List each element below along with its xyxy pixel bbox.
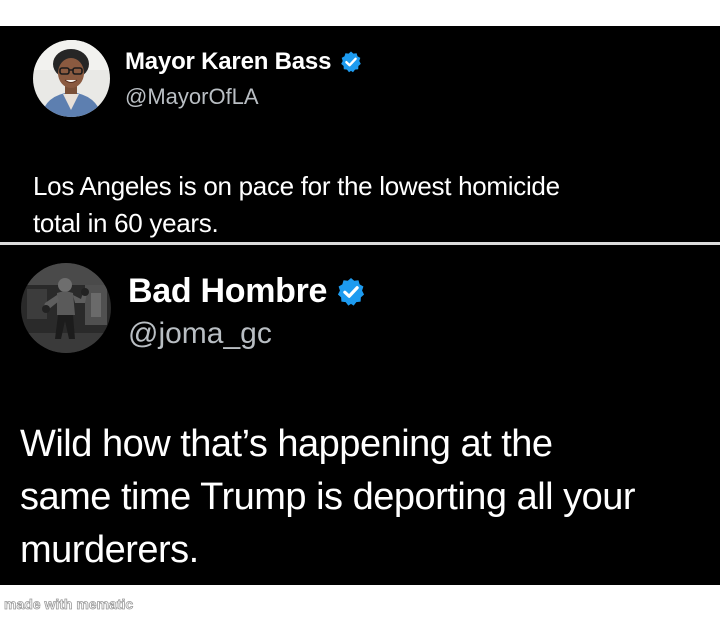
user-handle[interactable]: @joma_gc bbox=[128, 317, 272, 351]
watermark: made with mematic bbox=[4, 596, 134, 613]
tweet-text-line: same time Trump is deporting all your bbox=[20, 476, 636, 518]
display-name[interactable]: Bad Hombre bbox=[128, 272, 327, 311]
tweet-text-line: total in 60 years. bbox=[33, 208, 219, 238]
tweet-card-reply: Bad Hombre @joma_gc Wild how that’s happ… bbox=[0, 245, 720, 585]
profile-photo-woman-icon[interactable] bbox=[33, 40, 110, 117]
tweet-text-line: murderers. bbox=[20, 529, 199, 571]
profile-photo-boxer-icon[interactable] bbox=[21, 263, 111, 353]
meme-image: Mayor Karen Bass @MayorOfLA Los Angeles … bbox=[0, 0, 720, 619]
tweet-text-line: Wild how that’s happening at the bbox=[20, 423, 553, 465]
tweet-card-mayor: Mayor Karen Bass @MayorOfLA Los Angeles … bbox=[0, 26, 720, 242]
tweet-text: Wild how that’s happening at the same ti… bbox=[20, 418, 636, 577]
display-name-row: Mayor Karen Bass bbox=[125, 48, 363, 76]
tweet-text: Los Angeles is on pace for the lowest ho… bbox=[33, 168, 560, 242]
verified-badge-icon bbox=[335, 276, 367, 308]
tweet-text-line: Los Angeles is on pace for the lowest ho… bbox=[33, 171, 560, 201]
display-name-row: Bad Hombre bbox=[128, 272, 367, 311]
display-name[interactable]: Mayor Karen Bass bbox=[125, 48, 331, 76]
verified-badge-icon bbox=[339, 50, 363, 74]
user-handle[interactable]: @MayorOfLA bbox=[125, 84, 259, 110]
